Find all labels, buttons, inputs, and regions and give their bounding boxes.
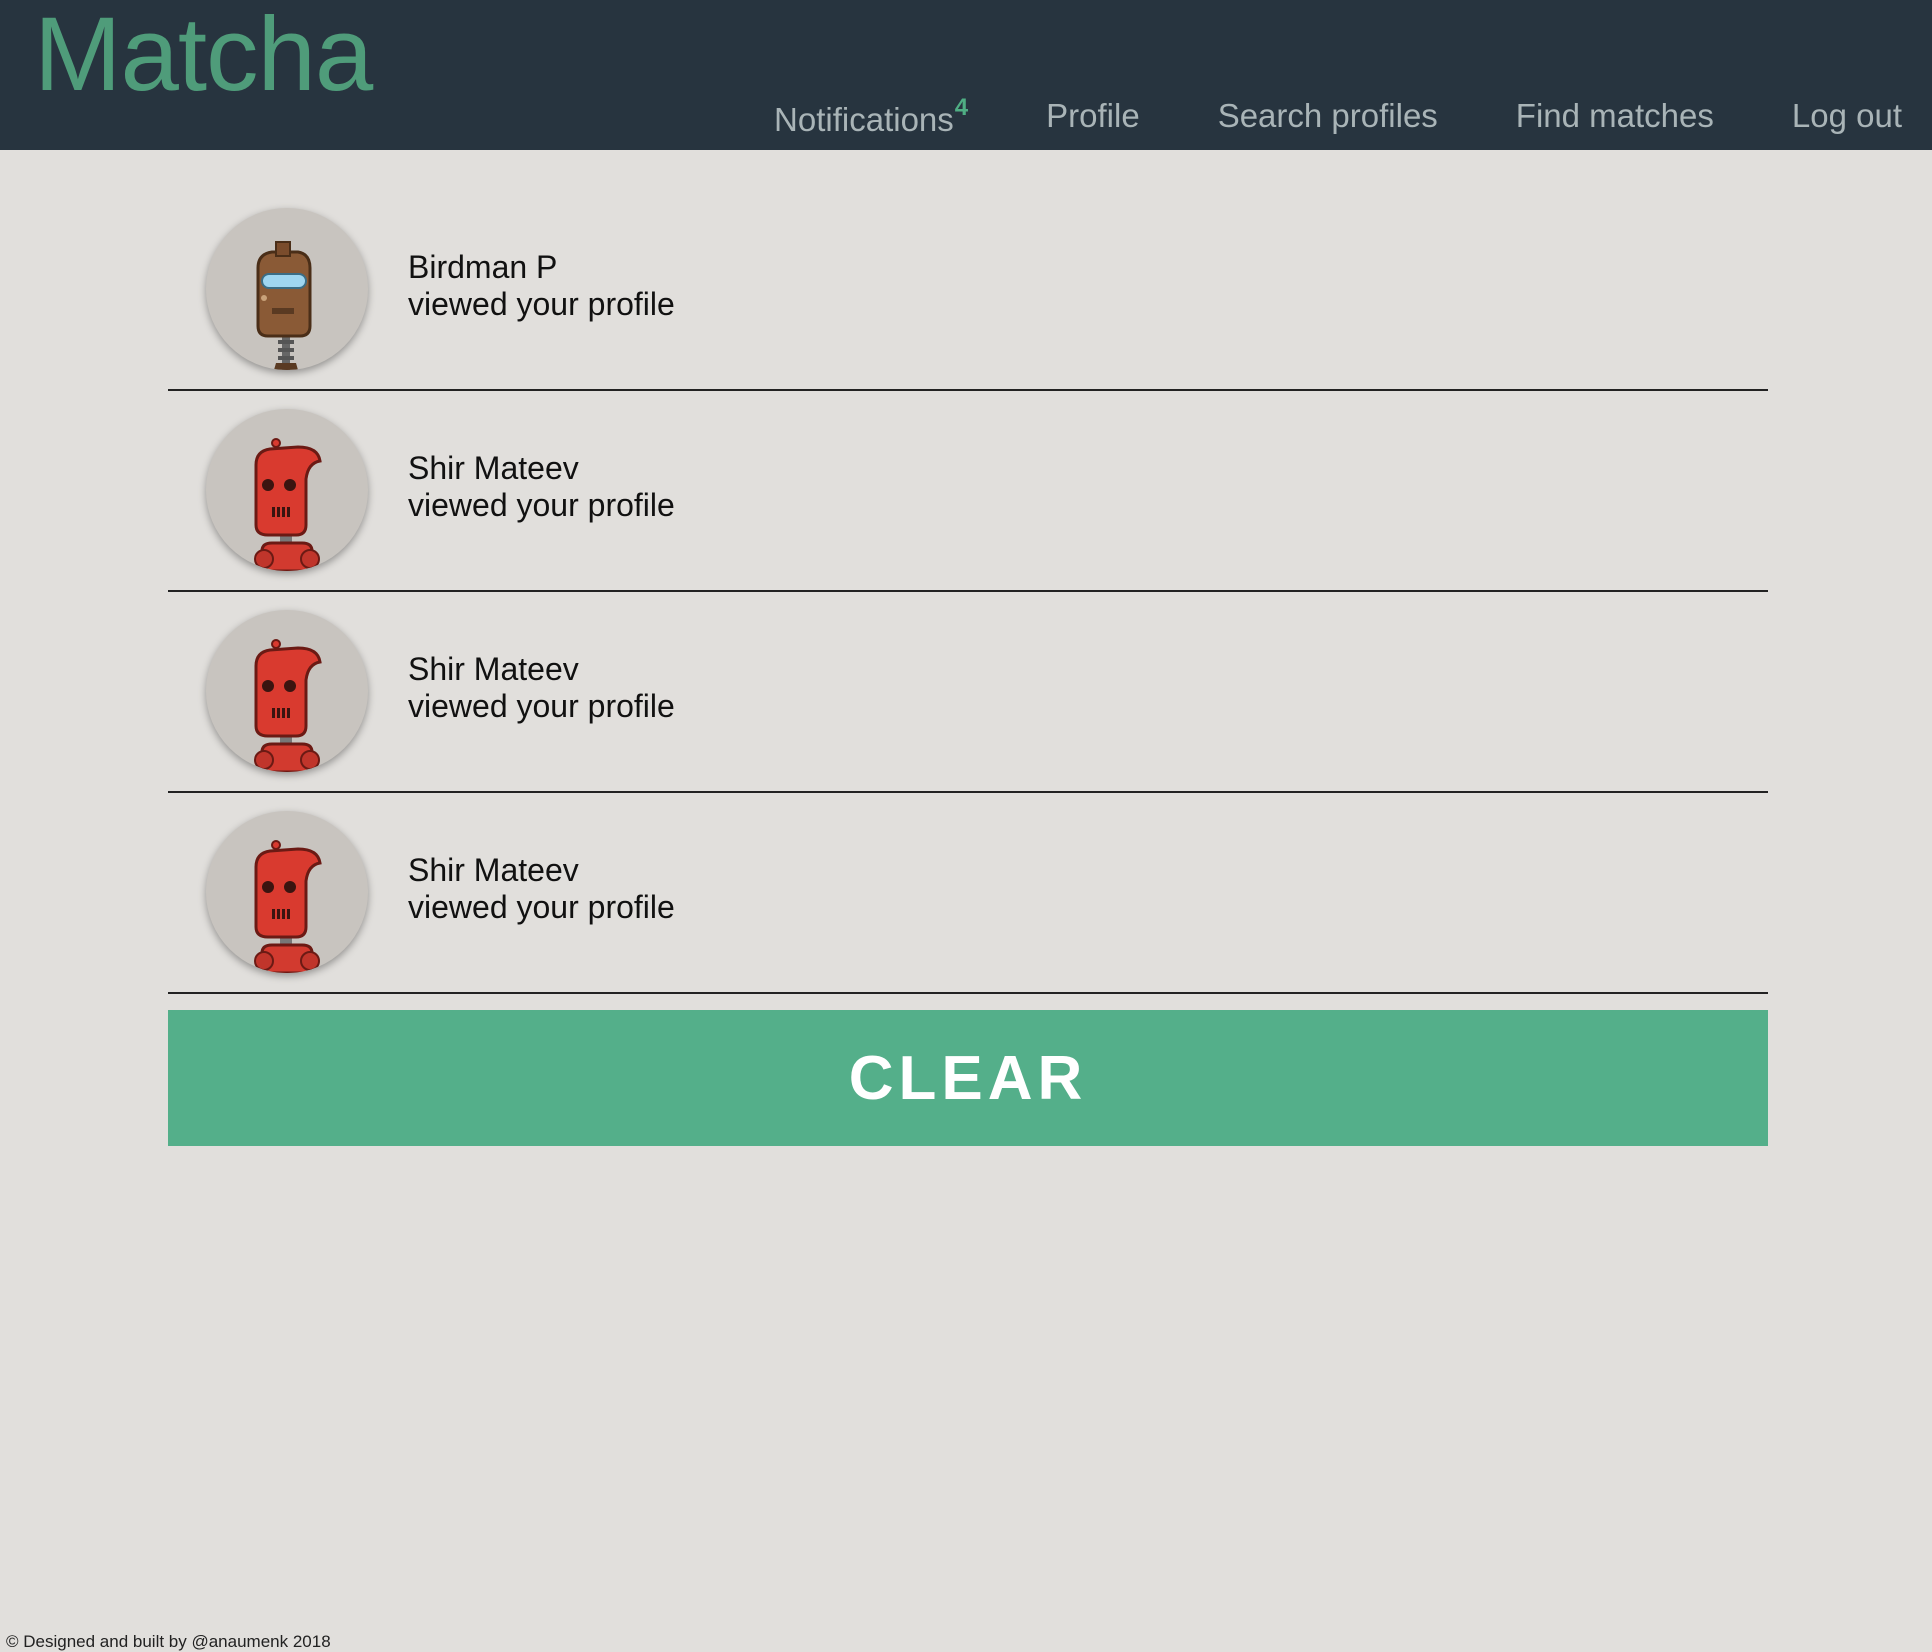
main-nav: Notifications4 Profile Search profiles F…	[774, 96, 1902, 137]
footer-credit: © Designed and built by @anaumenk 2018	[6, 1632, 331, 1651]
notification-text: Birdman P viewed your profile	[408, 249, 675, 323]
notification-user-name[interactable]: Shir Mateev	[408, 450, 675, 487]
red-robot-icon[interactable]	[206, 409, 368, 571]
nav-profile[interactable]: Profile	[1046, 99, 1140, 132]
notifications-count-badge: 4	[954, 94, 969, 121]
notification-text: Shir Mateev viewed your profile	[408, 852, 675, 926]
nav-notifications[interactable]: Notifications4	[774, 96, 968, 138]
notification-text: Shir Mateev viewed your profile	[408, 450, 675, 524]
notification-item[interactable]: Shir Mateev viewed your profile	[168, 391, 1768, 592]
nav-search-profiles[interactable]: Search profiles	[1218, 99, 1438, 132]
nav-log-out[interactable]: Log out	[1792, 99, 1902, 132]
red-robot-icon[interactable]	[206, 811, 368, 973]
notification-user-name[interactable]: Birdman P	[408, 249, 675, 286]
nav-notifications-label: Notifications	[774, 101, 954, 138]
red-robot-icon[interactable]	[206, 610, 368, 772]
notification-text: Shir Mateev viewed your profile	[408, 651, 675, 725]
notification-list: Birdman P viewed your profile Shir Matee…	[168, 190, 1768, 994]
notification-action: viewed your profile	[408, 889, 675, 925]
notification-action: viewed your profile	[408, 688, 675, 724]
notification-user-name[interactable]: Shir Mateev	[408, 651, 675, 688]
notification-item[interactable]: Birdman P viewed your profile	[168, 190, 1768, 391]
top-navbar: Matcha Notifications4 Profile Search pro…	[0, 0, 1932, 150]
notification-item[interactable]: Shir Mateev viewed your profile	[168, 592, 1768, 793]
nav-find-matches[interactable]: Find matches	[1516, 99, 1714, 132]
notification-action: viewed your profile	[408, 487, 675, 523]
notification-action: viewed your profile	[408, 286, 675, 322]
brown-robot-icon[interactable]	[206, 208, 368, 370]
notification-user-name[interactable]: Shir Mateev	[408, 852, 675, 889]
clear-notifications-button[interactable]: CLEAR	[168, 1010, 1768, 1146]
notification-item[interactable]: Shir Mateev viewed your profile	[168, 793, 1768, 994]
app-logo[interactable]: Matcha	[34, 2, 373, 107]
